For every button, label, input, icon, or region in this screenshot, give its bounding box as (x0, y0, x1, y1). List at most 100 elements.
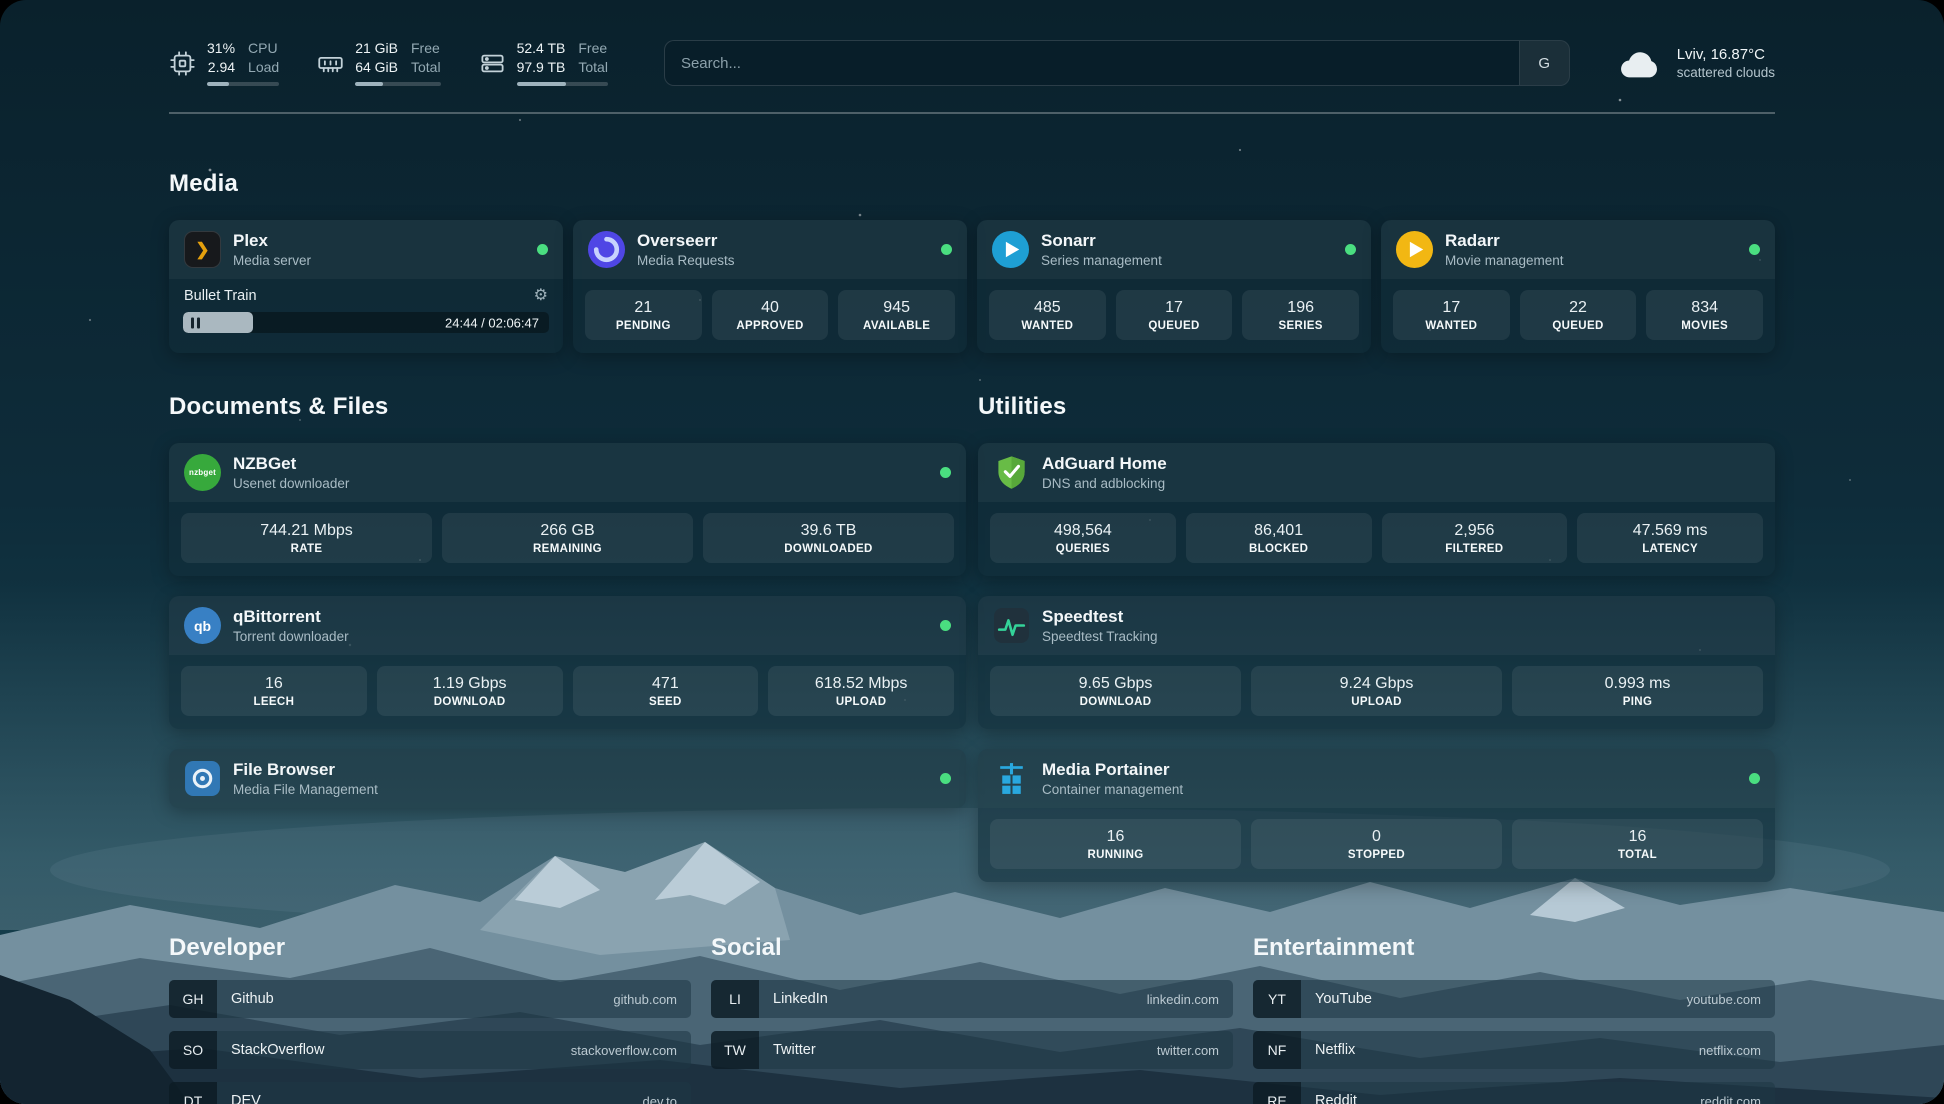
stat-label: QUERIES (994, 543, 1172, 555)
bookmark-abbr: DT (169, 1082, 217, 1104)
stat-value: 2,956 (1386, 522, 1564, 540)
bookmark-item[interactable]: NF Netflix netflix.com (1253, 1031, 1775, 1069)
service-link-qbittorrent[interactable]: qb qBittorrent Torrent downloader (169, 596, 966, 655)
service-link-sonarr[interactable]: Sonarr Series management (977, 220, 1371, 279)
stat-box: 0 STOPPED (1251, 819, 1502, 869)
stat-label: QUEUED (1524, 320, 1633, 332)
service-card-plex: ❯ Plex Media server Bullet Train ⚙ (169, 220, 563, 353)
bookmark-group-developer: Developer GH Github github.com SO StackO… (169, 934, 691, 1104)
gear-icon[interactable]: ⚙ (534, 288, 548, 304)
stat-box: 196 SERIES (1242, 290, 1359, 340)
service-name: Plex (233, 231, 525, 251)
memory-progress-fill (355, 82, 383, 86)
service-link-filebrowser[interactable]: File Browser Media File Management (169, 749, 966, 808)
portainer-icon (993, 760, 1030, 797)
stat-box: 9.65 Gbps DOWNLOAD (990, 666, 1241, 716)
plex-icon: ❯ (184, 231, 221, 268)
bookmark-item[interactable]: LI LinkedIn linkedin.com (711, 980, 1233, 1018)
bookmark-item[interactable]: YT YouTube youtube.com (1253, 980, 1775, 1018)
status-dot (940, 773, 951, 784)
bookmark-url: twitter.com (1157, 1031, 1233, 1069)
now-playing-progress-track[interactable]: 24:44 / 02:06:47 (183, 312, 549, 333)
stat-value: 47.569 ms (1581, 522, 1759, 540)
service-link-nzbget[interactable]: nzbget NZBGet Usenet downloader (169, 443, 966, 502)
bookmark-item[interactable]: GH Github github.com (169, 980, 691, 1018)
stat-value: 17 (1120, 299, 1229, 317)
service-link-adguard[interactable]: AdGuard Home DNS and adblocking (978, 443, 1775, 502)
status-dot (1749, 244, 1760, 255)
bookmark-item[interactable]: TW Twitter twitter.com (711, 1031, 1233, 1069)
social-group-title: Social (711, 934, 1233, 962)
stat-label: STOPPED (1255, 849, 1498, 861)
stat-box: 266 GB REMAINING (442, 513, 693, 563)
stat-label: TOTAL (1516, 849, 1759, 861)
service-name: File Browser (233, 760, 928, 780)
disk-free-value: 52.4 TB (517, 40, 566, 58)
service-name: Media Portainer (1042, 760, 1737, 780)
cpu-load-value: 2.94 (207, 59, 235, 77)
sonarr-icon (992, 231, 1029, 268)
stat-value: 40 (716, 299, 825, 317)
stat-value: 17 (1397, 299, 1506, 317)
service-card-radarr: Radarr Movie management 17 WANTED 22 QUE… (1381, 220, 1775, 353)
service-link-overseerr[interactable]: Overseerr Media Requests (573, 220, 967, 279)
stat-label: MOVIES (1650, 320, 1759, 332)
stat-label: FILTERED (1386, 543, 1564, 555)
service-desc: Speedtest Tracking (1042, 629, 1760, 644)
service-card-nzbget: nzbget NZBGet Usenet downloader 744.21 M… (169, 443, 966, 576)
service-card-portainer: Media Portainer Container management 16 … (978, 749, 1775, 882)
weather-condition: scattered clouds (1677, 65, 1775, 80)
stat-label: DOWNLOADED (707, 543, 950, 555)
bookmark-item[interactable]: SO StackOverflow stackoverflow.com (169, 1031, 691, 1069)
bookmark-item[interactable]: RE Reddit reddit.com (1253, 1082, 1775, 1104)
qbittorrent-icon: qb (184, 607, 221, 644)
bookmark-name: Github (217, 980, 274, 1018)
stat-value: 39.6 TB (707, 522, 950, 540)
developer-group-title: Developer (169, 934, 691, 962)
stat-value: 22 (1524, 299, 1633, 317)
stat-value: 16 (994, 828, 1237, 846)
disk-icon (479, 50, 506, 77)
service-desc: Container management (1042, 782, 1737, 797)
service-card-sonarr: Sonarr Series management 485 WANTED 17 Q… (977, 220, 1371, 353)
entertainment-group-title: Entertainment (1253, 934, 1775, 962)
search-bar: G (664, 40, 1570, 86)
stat-box: 498,564 QUERIES (990, 513, 1176, 563)
stat-value: 16 (185, 675, 363, 693)
service-link-plex[interactable]: ❯ Plex Media server (169, 220, 563, 279)
service-card-adguard: AdGuard Home DNS and adblocking 498,564 … (978, 443, 1775, 576)
service-desc: Media Requests (637, 253, 929, 268)
stat-label: UPLOAD (1255, 696, 1498, 708)
service-stats: 485 WANTED 17 QUEUED 196 SERIES (977, 279, 1371, 353)
stat-label: UPLOAD (772, 696, 950, 708)
memory-progress-track (355, 82, 440, 86)
speedtest-icon (993, 607, 1030, 644)
dashboard-content: 31% CPU 2.94 Load (169, 0, 1775, 1104)
bookmark-list: GH Github github.com SO StackOverflow st… (169, 980, 691, 1104)
search-input[interactable] (664, 40, 1570, 86)
service-card-filebrowser: File Browser Media File Management (169, 749, 966, 808)
bookmark-item[interactable]: DT DEV dev.to (169, 1082, 691, 1104)
stat-value: 834 (1650, 299, 1759, 317)
now-playing-title: Bullet Train (184, 288, 257, 304)
memory-icon (317, 50, 344, 77)
bookmark-group-entertainment: Entertainment YT YouTube youtube.com NF … (1253, 934, 1775, 1104)
service-link-speedtest[interactable]: Speedtest Speedtest Tracking (978, 596, 1775, 655)
service-stats: 16 RUNNING 0 STOPPED 16 TOTAL (978, 808, 1775, 882)
nzbget-icon: nzbget (184, 454, 221, 491)
search-provider-button[interactable]: G (1519, 41, 1569, 85)
memory-widget: 21 GiB Free 64 GiB Total (317, 40, 440, 86)
stat-label: BLOCKED (1190, 543, 1368, 555)
stat-box: 22 QUEUED (1520, 290, 1637, 340)
stat-box: 47.569 ms LATENCY (1577, 513, 1763, 563)
service-link-radarr[interactable]: Radarr Movie management (1381, 220, 1775, 279)
filebrowser-icon (184, 760, 221, 797)
service-desc: Media File Management (233, 782, 928, 797)
status-dot (941, 244, 952, 255)
service-link-portainer[interactable]: Media Portainer Container management (978, 749, 1775, 808)
pause-icon[interactable] (191, 317, 200, 328)
top-bar: 31% CPU 2.94 Load (169, 40, 1775, 114)
stat-label: DOWNLOAD (994, 696, 1237, 708)
service-card-overseerr: Overseerr Media Requests 21 PENDING 40 A… (573, 220, 967, 353)
stat-value: 945 (842, 299, 951, 317)
